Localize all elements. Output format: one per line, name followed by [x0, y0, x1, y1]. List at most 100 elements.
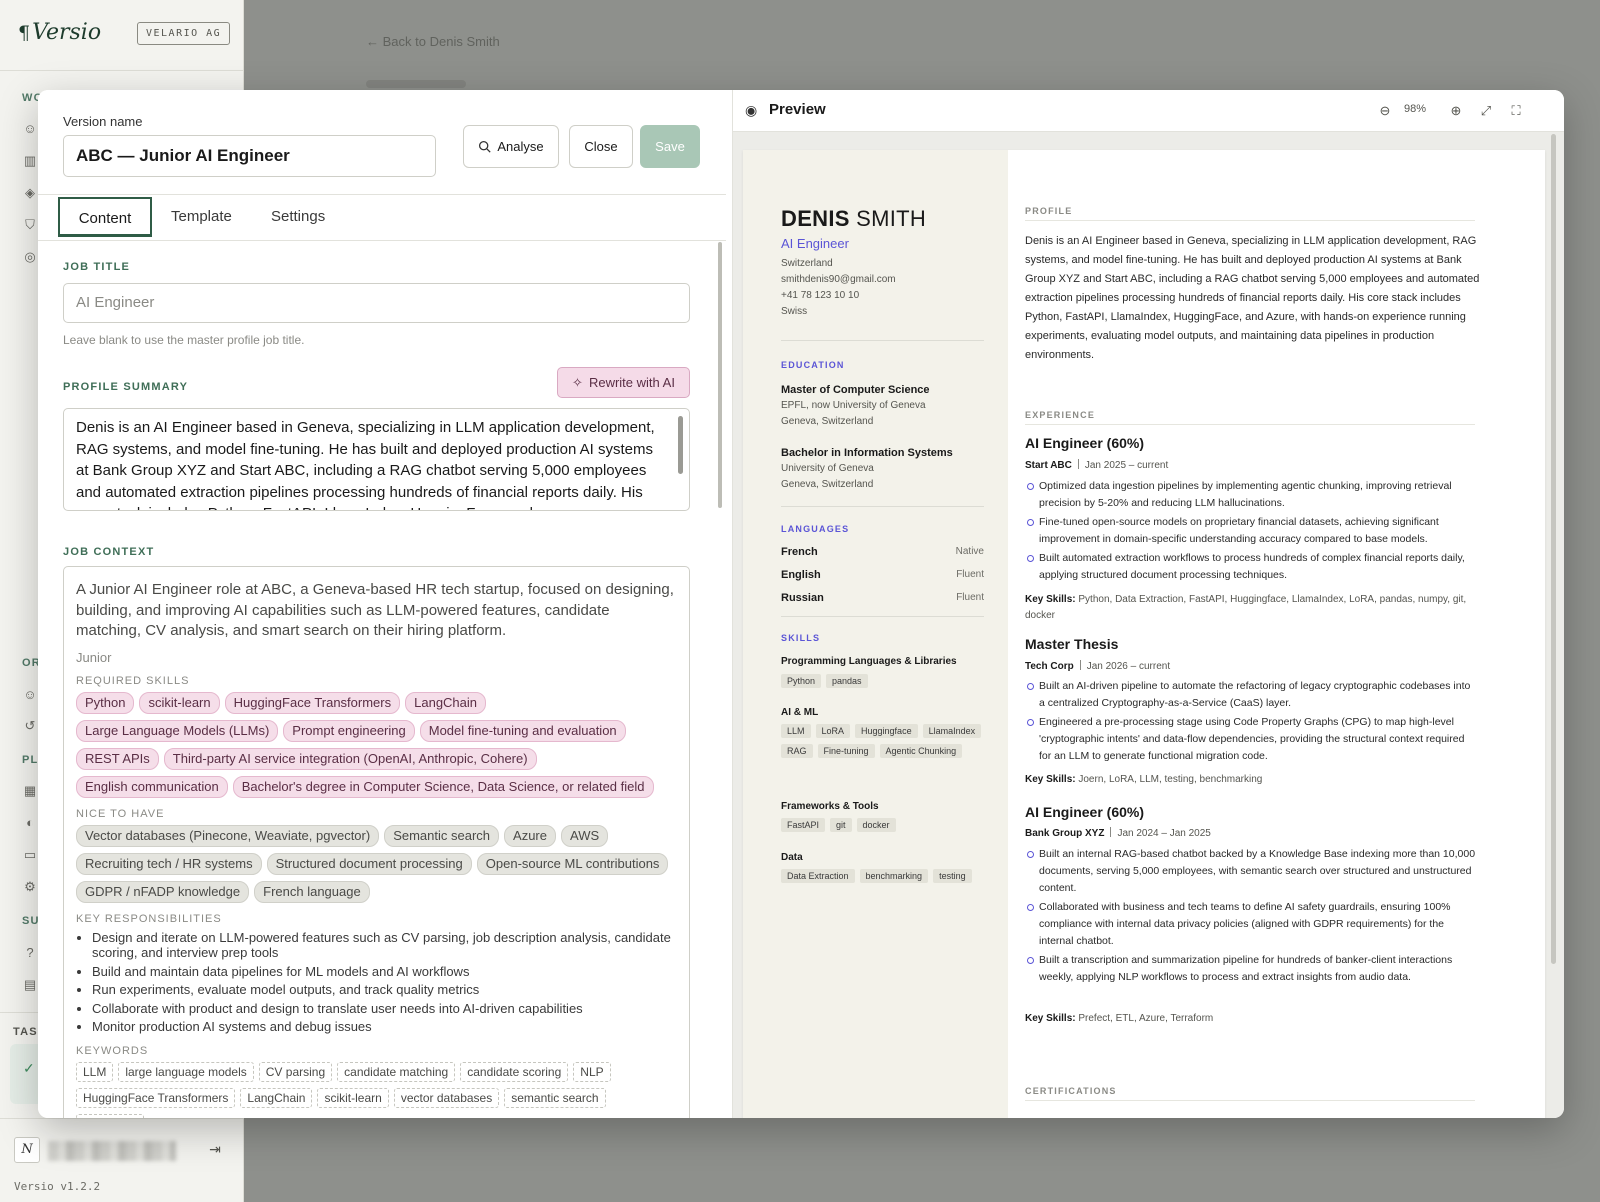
sidebar-divider [0, 1118, 244, 1119]
nice-to-have-tag: Vector databases (Pinecone, Weaviate, pg… [76, 824, 380, 847]
close-button[interactable]: Close [569, 125, 633, 168]
job-bullet: Built an internal RAG-based chatbot back… [1025, 846, 1477, 897]
building-icon[interactable]: ▥ [22, 153, 38, 169]
shield-icon[interactable]: ⛉ [22, 217, 38, 233]
zoom-in-icon[interactable]: ⊕ [1447, 102, 1465, 120]
preview-scrollbar[interactable] [1551, 134, 1556, 964]
users-icon[interactable]: ☺ [22, 121, 38, 137]
skill-tags: LLM LoRA Huggingface LlamaIndex RAG Fine-tuni… [781, 724, 991, 758]
fit-screen-icon[interactable]: ⛶ [1507, 102, 1525, 120]
tab-template[interactable]: Template [171, 197, 232, 237]
summary-scrollbar[interactable] [678, 416, 683, 474]
cv-profile-text: Denis is an AI Engineer based in Geneva,… [1025, 235, 1480, 361]
palette-icon[interactable]: ◐ [22, 815, 38, 831]
cube-icon[interactable]: ◈ [22, 185, 38, 201]
version-name-input[interactable]: ABC — Junior AI Engineer [63, 135, 436, 177]
cv-page: DENIS SMITH AI Engineer Switzerland smit… [743, 150, 1545, 1118]
chat-icon[interactable]: ▤ [22, 977, 38, 993]
job-dates: Jan 2026 – current [1086, 661, 1171, 672]
skill-tag: LLM [781, 724, 811, 738]
expand-icon[interactable]: ⤢ [1477, 102, 1495, 120]
card-icon[interactable]: ▭ [22, 847, 38, 863]
required-skills-label: REQUIRED SKILLS [76, 674, 190, 687]
required-skill-tag: HuggingFace Transformers [224, 691, 401, 714]
job-context-label: JOB CONTEXT [63, 546, 155, 558]
key-skills-label: Key Skills: [1025, 774, 1076, 785]
logout-icon[interactable]: ⇥ [206, 1141, 224, 1159]
cv-first-name: DENIS [781, 206, 850, 231]
cv-edu-place: Geneva, Switzerland [781, 416, 874, 427]
cv-divider [781, 506, 984, 507]
job-title: AI Engineer (60%) [1025, 435, 1145, 451]
cv-sidebar: DENIS SMITH AI Engineer Switzerland smit… [743, 150, 1008, 1118]
zoom-out-icon[interactable]: ⊖ [1376, 102, 1394, 120]
skill-tag: benchmarking [859, 869, 929, 883]
job-key-skills: Key Skills: Prefect, ETL, Azure, Terrafo… [1025, 1011, 1475, 1027]
job-meta: Tech Corp Jan 2026 – current [1025, 660, 1170, 672]
tabs-top-divider [38, 194, 726, 195]
grid-icon[interactable]: ▦ [22, 783, 38, 799]
job-company: Start ABC [1025, 460, 1072, 471]
job-bullet: Built automated extraction workflows to … [1025, 550, 1477, 584]
tab-content[interactable]: Content [58, 197, 152, 237]
cv-divider [781, 616, 984, 617]
job-bullet: Built a transcription and summarization … [1025, 952, 1477, 986]
cv-edu-school-name: University of Geneva [781, 463, 874, 474]
skill-tag: Python [781, 674, 822, 688]
required-skill-tag: Bachelor's degree in Computer Science, D… [232, 775, 654, 798]
rewrite-with-ai-button[interactable]: ✧ Rewrite with AI [557, 367, 690, 398]
job-bullet: Optimized data ingestion pipelines by im… [1025, 478, 1477, 512]
profile-summary-label: PROFILE SUMMARY [63, 381, 189, 393]
gear-icon[interactable]: ⚙ [22, 879, 38, 895]
job-meta: Start ABC Jan 2025 – current [1025, 459, 1168, 471]
required-skill-tag: Model fine-tuning and evaluation [419, 719, 626, 742]
cv-edu-school: University of Geneva Geneva, Switzerland [781, 461, 874, 493]
job-title-hint: Leave blank to use the master profile jo… [63, 333, 305, 347]
keyword-tag: scikit-learn [317, 1087, 389, 1108]
history-icon[interactable]: ↺ [22, 718, 38, 734]
save-button[interactable]: Save [640, 125, 700, 168]
avatar[interactable]: N [14, 1137, 40, 1163]
job-context-panel: A Junior AI Engineer role at ABC, a Gene… [63, 566, 690, 1118]
cv-role: AI Engineer [781, 236, 849, 251]
job-bullets: Built an AI-driven pipeline to automate … [1025, 678, 1477, 767]
skill-tag: docker [856, 818, 896, 832]
required-skill-tag: Large Language Models (LLMs) [76, 719, 279, 742]
target-icon[interactable]: ◎ [22, 249, 38, 265]
nice-to-have-tag: AWS [561, 824, 609, 847]
logo-text: Versio [32, 20, 102, 45]
analyse-button[interactable]: Analyse [463, 125, 559, 168]
profile-summary-textarea[interactable]: Denis is an AI Engineer based in Geneva,… [63, 408, 690, 511]
skill-category: AI & ML [781, 707, 819, 718]
responsibility-item: Monitor production AI systems and debug … [92, 1019, 677, 1035]
app-logo[interactable]: ¶Versio [18, 20, 101, 45]
analyse-label: Analyse [497, 139, 544, 154]
person-icon[interactable]: ☺ [22, 687, 38, 703]
background-breadcrumb: ← Back to Denis Smith [366, 34, 500, 49]
skill-tag: testing [933, 869, 972, 883]
sidebar-section-3: PL [22, 754, 39, 766]
cv-edu-degree: Master of Computer Science [781, 384, 930, 396]
tabs-bottom-divider [38, 240, 726, 241]
required-skill-tag: English communication [76, 775, 228, 798]
keywords-list: LLM large language models CV parsing candid… [76, 1061, 677, 1118]
cv-profile-heading: PROFILE [1025, 206, 1475, 221]
version-name-label: Version name [63, 114, 143, 129]
editor-scrollbar[interactable] [718, 242, 722, 508]
job-bullets: Optimized data ingestion pipelines by im… [1025, 478, 1477, 586]
required-skill-tag: scikit-learn [139, 691, 220, 714]
nice-to-have-tag: French language [254, 880, 370, 903]
cv-language-row: French Native [781, 546, 984, 558]
language-level: Native [955, 546, 984, 557]
preview-pane: ◉ Preview ⊖ 98% ⊕ ⤢ ⛶ DENIS SMITH AI Eng… [733, 90, 1564, 1118]
keyword-tag: semantic search [504, 1087, 606, 1108]
version-editor-modal: Version name ABC — Junior AI Engineer An… [38, 90, 1564, 1118]
help-icon[interactable]: ? [22, 945, 38, 961]
cv-phone: +41 78 123 10 10 [781, 290, 860, 301]
job-title-input[interactable]: AI Engineer [63, 283, 690, 323]
skill-tag: Fine-tuning [817, 744, 875, 758]
org-badge[interactable]: VELARIO AG [137, 22, 231, 45]
tab-settings[interactable]: Settings [271, 197, 325, 237]
job-bullets: Built an internal RAG-based chatbot back… [1025, 846, 1477, 988]
job-key-skills: Key Skills: Joern, LoRA, LLM, testing, b… [1025, 772, 1475, 788]
